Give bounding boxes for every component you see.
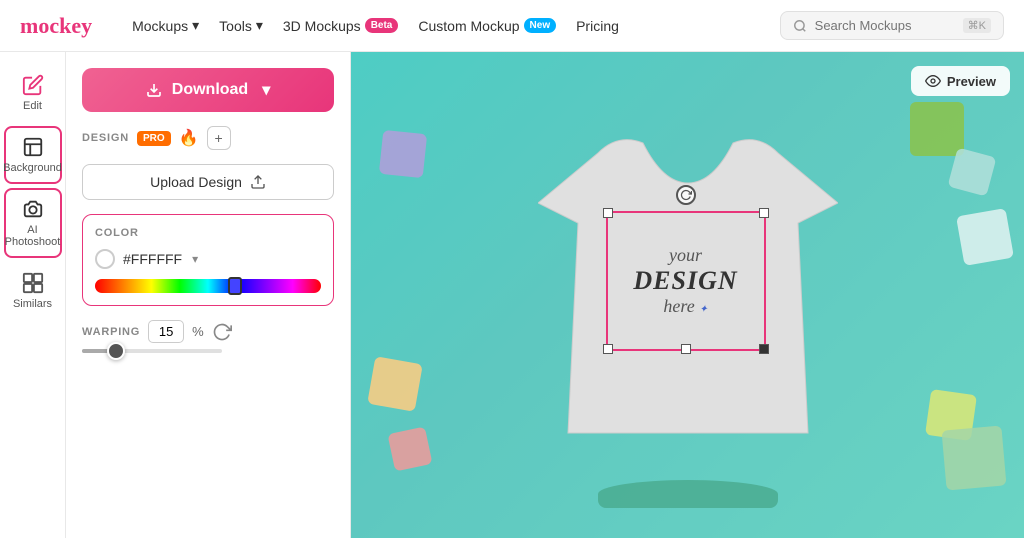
chevron-down-icon: ▾ xyxy=(192,17,199,34)
warping-slider-track[interactable] xyxy=(82,349,222,353)
refresh-icon[interactable] xyxy=(212,322,232,342)
fire-icon: 🔥 xyxy=(179,128,199,148)
deco-box-6 xyxy=(367,356,423,412)
edit-label: Edit xyxy=(23,100,42,112)
search-shortcut: ⌘K xyxy=(963,18,991,33)
download-icon xyxy=(146,82,162,98)
design-text-line3: here ✦ xyxy=(633,296,737,317)
controls-panel: Download ▾ DESIGN PRO 🔥 + Upload Design … xyxy=(66,52,351,538)
deco-box-8 xyxy=(379,130,427,178)
deco-box-2 xyxy=(948,148,997,197)
ai-photoshoot-label: AI Photoshoot xyxy=(5,224,61,248)
download-chevron-icon: ▾ xyxy=(262,80,270,100)
warping-row: WARPING % xyxy=(82,320,334,343)
main-layout: Edit Background AI Photoshoot Similars D… xyxy=(0,52,1024,538)
search-icon xyxy=(793,19,807,33)
chevron-down-icon: ▾ xyxy=(256,17,263,34)
warping-slider-container xyxy=(82,349,334,353)
design-label: DESIGN xyxy=(82,132,129,144)
upload-design-button[interactable]: Upload Design xyxy=(82,164,334,200)
download-button[interactable]: Download ▾ xyxy=(82,68,334,112)
handle-bottom-left[interactable] xyxy=(603,344,613,354)
handle-bottom-center[interactable] xyxy=(681,344,691,354)
logo[interactable]: mockey xyxy=(20,13,92,39)
warping-unit: % xyxy=(192,324,204,339)
mockup-container: your DESIGN here ✦ Preview xyxy=(351,52,1024,538)
beta-badge: Beta xyxy=(365,18,399,33)
new-badge: New xyxy=(524,18,557,33)
background-icon xyxy=(22,136,44,158)
tshirt-wrapper: your DESIGN here ✦ xyxy=(538,133,838,458)
similars-icon xyxy=(22,272,44,294)
handle-top-left[interactable] xyxy=(603,208,613,218)
color-section: COLOR #FFFFFF ▾ xyxy=(82,214,334,306)
sparkle-icon-here: ✦ xyxy=(699,304,707,315)
color-spectrum-handle[interactable] xyxy=(228,277,242,295)
nav-pricing[interactable]: Pricing xyxy=(576,18,619,34)
deco-box-3 xyxy=(956,208,1014,266)
header: mockey Mockups ▾ Tools ▾ 3D Mockups Beta… xyxy=(0,0,1024,52)
design-text: your DESIGN here ✦ xyxy=(633,245,737,317)
warping-slider-fill xyxy=(82,349,110,353)
edit-icon xyxy=(22,74,44,96)
warping-label: WARPING xyxy=(82,326,140,338)
nav-tools[interactable]: Tools ▾ xyxy=(219,17,263,34)
canvas-area: your DESIGN here ✦ Preview xyxy=(351,52,1024,538)
color-chevron-icon[interactable]: ▾ xyxy=(192,252,198,266)
deco-box-1 xyxy=(910,102,964,156)
ai-photoshoot-icon xyxy=(22,198,44,220)
nav-3d-mockups[interactable]: 3D Mockups Beta xyxy=(283,18,399,34)
sidebar-item-edit[interactable]: Edit xyxy=(4,64,62,122)
color-hex-value: #FFFFFF xyxy=(123,251,182,267)
pro-badge: PRO xyxy=(137,131,171,146)
handle-bottom-right[interactable] xyxy=(759,344,769,354)
nav: Mockups ▾ Tools ▾ 3D Mockups Beta Custom… xyxy=(132,17,619,34)
design-text-line1: your xyxy=(633,245,737,266)
color-spectrum-slider[interactable] xyxy=(95,279,321,293)
eye-icon xyxy=(925,73,941,89)
design-section: DESIGN PRO 🔥 + xyxy=(82,126,334,150)
sidebar: Edit Background AI Photoshoot Similars xyxy=(0,52,66,538)
nav-custom-mockup[interactable]: Custom Mockup New xyxy=(418,18,556,34)
color-section-label: COLOR xyxy=(95,227,321,239)
design-text-line2: DESIGN xyxy=(633,266,737,296)
warping-slider-thumb[interactable] xyxy=(107,342,125,360)
preview-button[interactable]: Preview xyxy=(911,66,1010,96)
pedestal xyxy=(598,480,778,508)
rotate-handle[interactable] xyxy=(676,185,696,205)
nav-mockups[interactable]: Mockups ▾ xyxy=(132,17,199,34)
color-picker-row[interactable]: #FFFFFF ▾ xyxy=(95,249,321,269)
sidebar-item-similars[interactable]: Similars xyxy=(4,262,62,320)
design-row: DESIGN PRO 🔥 + xyxy=(82,126,334,150)
search-input[interactable] xyxy=(815,18,955,33)
search-box[interactable]: ⌘K xyxy=(780,11,1004,40)
upload-icon xyxy=(250,174,266,190)
background-label: Background xyxy=(3,162,62,174)
sidebar-item-ai-photoshoot[interactable]: AI Photoshoot xyxy=(4,188,62,258)
similars-label: Similars xyxy=(13,298,52,310)
color-swatch[interactable] xyxy=(95,249,115,269)
handle-top-right[interactable] xyxy=(759,208,769,218)
design-overlay[interactable]: your DESIGN here ✦ xyxy=(606,211,766,351)
add-design-button[interactable]: + xyxy=(207,126,231,150)
sidebar-item-background[interactable]: Background xyxy=(4,126,62,184)
mockup-background: your DESIGN here ✦ Preview xyxy=(351,52,1024,538)
warping-input[interactable] xyxy=(148,320,184,343)
deco-box-7 xyxy=(387,426,432,471)
warping-section: WARPING % xyxy=(82,320,334,353)
deco-box-5 xyxy=(941,425,1006,490)
